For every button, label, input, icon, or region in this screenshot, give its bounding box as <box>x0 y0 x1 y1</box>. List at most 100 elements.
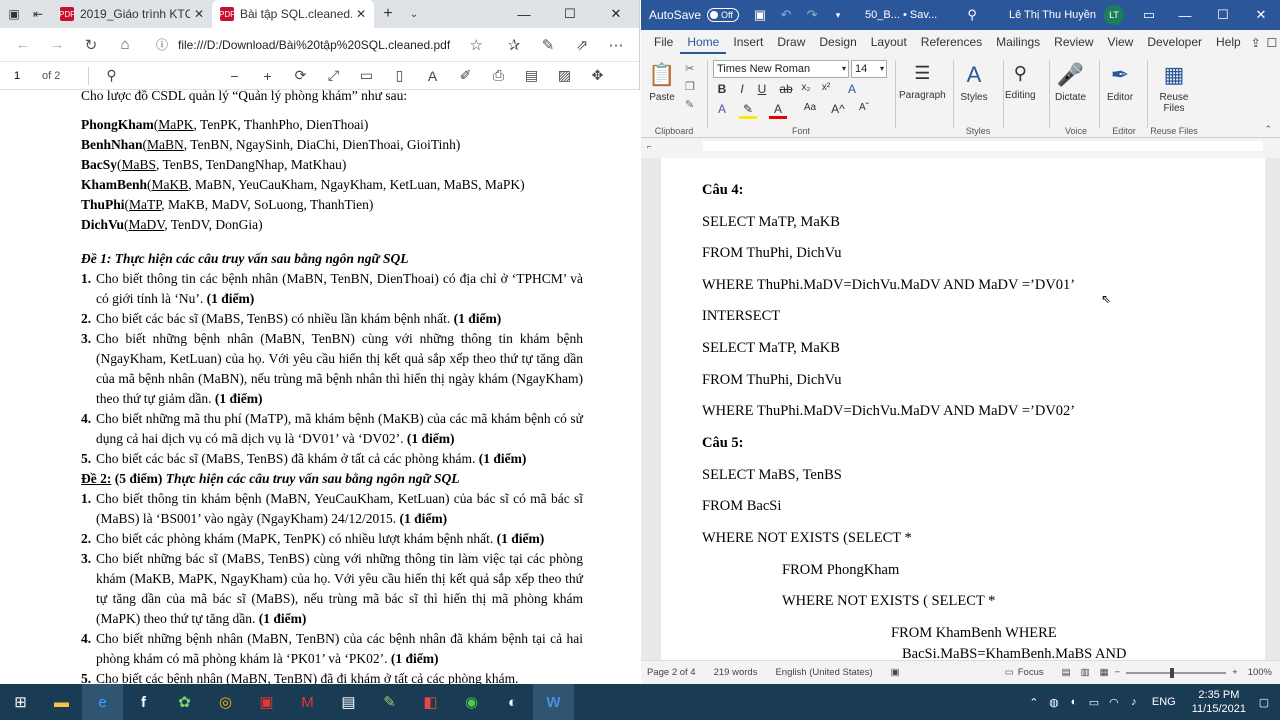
facebook-icon[interactable]: f <box>123 684 164 720</box>
more-icon[interactable]: ⋯ <box>599 30 633 60</box>
file-explorer-icon[interactable]: ▬ <box>41 684 82 720</box>
refresh-icon[interactable]: ↻ <box>74 30 108 60</box>
word-count[interactable]: 219 words <box>714 667 758 678</box>
app-icon[interactable]: ◐ <box>492 684 533 720</box>
word-icon[interactable]: W <box>533 684 574 720</box>
doc-line[interactable]: FROM BacSi <box>702 498 781 515</box>
close-window-icon[interactable]: ✕ <box>593 0 639 28</box>
tab-collections-icon[interactable]: ⇤ <box>28 4 48 24</box>
app-icon[interactable]: ▤ <box>328 684 369 720</box>
text-effects-icon[interactable]: A <box>843 82 861 96</box>
editor-button[interactable]: ✒ Editor <box>1105 60 1135 103</box>
zoom-level[interactable]: 100% <box>1248 667 1272 678</box>
close-tab-icon[interactable]: ✕ <box>356 7 366 21</box>
font-name-box[interactable]: Times New Roman ▾ <box>713 60 849 78</box>
styles-button[interactable]: A Styles <box>959 60 989 103</box>
share-icon[interactable]: ⇪ <box>1248 32 1264 54</box>
ribbon-display-icon[interactable]: ▭ <box>1132 7 1166 23</box>
grow-font-icon[interactable]: A^ <box>829 102 847 116</box>
doc-line[interactable]: FROM PhongKham <box>782 562 899 579</box>
maximize-icon[interactable]: ☐ <box>547 0 593 28</box>
doc-line[interactable]: SELECT MaTP, MaKB <box>702 340 840 357</box>
tab-home[interactable]: Home <box>680 32 727 54</box>
fit-page-icon[interactable]: ⤢ <box>317 63 350 89</box>
windows-start-icon[interactable]: ⊞ <box>0 684 41 720</box>
tab-layout[interactable]: Layout <box>864 32 914 54</box>
tab-developer[interactable]: Developer <box>1140 32 1209 54</box>
copy-icon[interactable]: ❐ <box>685 80 695 93</box>
home-icon[interactable]: ⌂ <box>108 30 142 60</box>
gmail-icon[interactable]: M <box>287 684 328 720</box>
paragraph-button[interactable]: ☰ Paragraph <box>899 58 946 102</box>
document-title[interactable]: 50_B... • Sav... <box>865 9 937 21</box>
undo-icon[interactable]: ↶ <box>773 7 799 23</box>
clock[interactable]: 2:35 PM 11/15/2021 <box>1192 688 1246 716</box>
notification-icon[interactable]: ▢ <box>1254 696 1274 709</box>
favorite-star-icon[interactable]: ☆ <box>470 36 483 54</box>
doc-line[interactable]: BacSi.MaBS=KhamBenh.MaBS AND <box>902 646 1126 660</box>
favorites-icon[interactable]: ✰ <box>497 30 531 60</box>
info-icon[interactable]: ⓘ <box>156 36 168 53</box>
app-tray-icon[interactable]: ◐ <box>1064 696 1084 708</box>
chevron-up-icon[interactable]: ⌃ <box>1024 696 1044 709</box>
doc-line[interactable]: WHERE ThuPhi.MaDV=DichVu.MaDV AND MaDV =… <box>702 277 1075 294</box>
tab-list-chevron-icon[interactable]: ⌄ <box>402 9 426 20</box>
print-icon[interactable]: ⎙ <box>482 63 515 89</box>
edge-icon[interactable]: e <box>82 684 123 720</box>
tab-actions-icon[interactable]: ▣ <box>4 4 24 24</box>
focus-icon[interactable]: ▭ <box>1005 667 1014 678</box>
share-icon[interactable]: ⇗ <box>565 30 599 60</box>
save-icon[interactable]: ▤ <box>515 63 548 89</box>
zoom-in-icon[interactable]: + <box>1232 667 1238 678</box>
reuse-files-button[interactable]: ▦ Reuse Files <box>1153 60 1195 114</box>
search-icon[interactable]: ⚲ <box>95 63 128 89</box>
url-text[interactable]: file:///D:/Download/Bài%20tập%20SQL.clea… <box>178 38 470 52</box>
doc-line[interactable]: WHERE NOT EXISTS ( SELECT * <box>782 593 995 610</box>
search-icon[interactable]: ⚲ <box>959 7 985 23</box>
page-count[interactable]: Page 2 of 4 <box>647 667 696 678</box>
tab-stop-icon[interactable]: ⌐ <box>647 142 652 151</box>
pin-toolbar-icon[interactable]: ✥ <box>581 63 614 89</box>
accessibility-icon[interactable]: ▣ <box>891 667 900 678</box>
new-tab-icon[interactable]: + <box>374 5 402 23</box>
ruler-bar[interactable] <box>703 141 1263 151</box>
subscript-icon[interactable]: x₂ <box>797 82 815 93</box>
close-window-icon[interactable]: ✕ <box>1242 0 1280 30</box>
two-page-icon[interactable]: ▯ <box>383 63 416 89</box>
web-layout-icon[interactable]: ▦ <box>1100 667 1109 678</box>
underline-icon[interactable]: U <box>753 82 771 96</box>
doc-line[interactable]: FROM KhamBenh WHERE <box>891 625 1057 642</box>
minimize-icon[interactable]: — <box>501 0 547 28</box>
zoom-out-icon[interactable]: − <box>1115 667 1121 678</box>
maximize-icon[interactable]: ☐ <box>1204 0 1242 30</box>
doc-line[interactable]: SELECT MaBS, TenBS <box>702 467 842 484</box>
app-icon[interactable]: ✎ <box>369 684 410 720</box>
read-mode-icon[interactable]: ▤ <box>1062 667 1071 678</box>
tab-references[interactable]: References <box>914 32 989 54</box>
app-tray-icon[interactable]: ◍ <box>1044 696 1064 709</box>
office-icon[interactable]: ◧ <box>410 684 451 720</box>
paste-button[interactable]: 📋 Paste <box>647 60 677 103</box>
redo-icon[interactable]: ↷ <box>799 7 825 23</box>
shrink-font-icon[interactable]: Aˇ <box>855 102 873 113</box>
tab-view[interactable]: View <box>1101 32 1141 54</box>
zoom-slider-knob[interactable] <box>1170 667 1175 678</box>
tab-mailings[interactable]: Mailings <box>989 32 1047 54</box>
language[interactable]: English (United States) <box>775 667 872 678</box>
tab-giao-trinh[interactable]: PDF 2019_Giáo trình KTCT MNL_ ✕ <box>52 0 212 28</box>
strikethrough-icon[interactable]: ab <box>777 82 795 96</box>
zoom-out-icon[interactable]: − <box>218 63 251 89</box>
back-icon[interactable]: ← <box>6 30 40 60</box>
document-page[interactable]: Câu 4: SELECT MaTP, MaKB FROM ThuPhi, Di… <box>661 158 1265 660</box>
print-layout-icon[interactable]: ▥ <box>1081 667 1090 678</box>
tab-bai-tap-sql[interactable]: PDF Bài tập SQL.cleaned.pdf ✕ <box>212 0 374 28</box>
highlighter-icon[interactable]: ✎ <box>739 102 757 119</box>
customize-qat-icon[interactable]: ▾ <box>825 10 851 21</box>
bold-icon[interactable]: B <box>713 82 731 96</box>
chrome-icon[interactable]: ◉ <box>451 684 492 720</box>
forward-icon[interactable]: → <box>40 30 74 60</box>
doc-line[interactable]: Câu 4: <box>702 182 744 199</box>
collapse-ribbon-icon[interactable]: ⌃ <box>1264 124 1272 135</box>
format-painter-icon[interactable]: ✎ <box>685 98 694 111</box>
doc-line[interactable]: WHERE ThuPhi.MaDV=DichVu.MaDV AND MaDV =… <box>702 403 1075 420</box>
